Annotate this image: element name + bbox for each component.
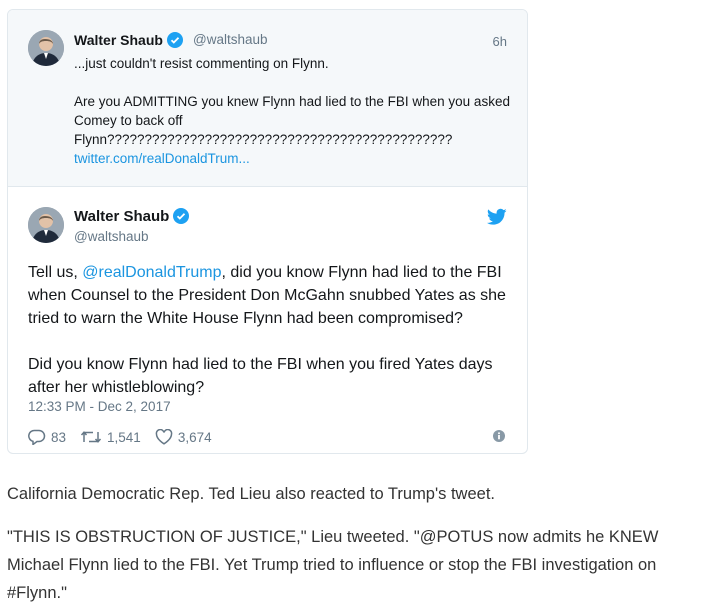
quoted-line-1: ...just couldn't resist commenting on Fl… bbox=[74, 56, 329, 71]
quoted-link[interactable]: twitter.com/realDonaldTrum... bbox=[74, 151, 250, 166]
reply-count: 83 bbox=[51, 429, 67, 445]
tweet-author-handle[interactable]: @waltshaub bbox=[74, 229, 149, 244]
tweet-actions: 83 1,541 3,674 bbox=[28, 427, 226, 447]
quoted-author-name[interactable]: Walter Shaub bbox=[74, 32, 183, 48]
mention-link[interactable]: @realDonaldTrump bbox=[82, 264, 221, 281]
tweet-timestamp[interactable]: 12:33 PM - Dec 2, 2017 bbox=[28, 399, 171, 414]
retweet-count: 1,541 bbox=[107, 429, 141, 445]
info-icon[interactable] bbox=[493, 430, 505, 442]
avatar[interactable] bbox=[28, 30, 64, 66]
tweet-author-name[interactable]: Walter Shaub bbox=[74, 208, 190, 225]
quoted-author-handle[interactable]: @waltshaub bbox=[193, 32, 268, 47]
article-paragraph: "THIS IS OBSTRUCTION OF JUSTICE," Lieu t… bbox=[7, 528, 659, 602]
quoted-line-2: Are you ADMITTING you knew Flynn had lie… bbox=[74, 94, 510, 147]
author-name-text: Walter Shaub bbox=[74, 32, 163, 48]
author-name-text: Walter Shaub bbox=[74, 208, 170, 225]
twitter-bird-icon[interactable] bbox=[487, 208, 507, 226]
retweet-button[interactable]: 1,541 bbox=[80, 429, 141, 445]
like-button[interactable]: 3,674 bbox=[155, 429, 212, 445]
embedded-tweet-card[interactable]: Walter Shaub @waltshaub 6h ...just could… bbox=[7, 9, 528, 454]
quoted-tweet[interactable]: Walter Shaub @waltshaub 6h ...just could… bbox=[8, 10, 527, 187]
verified-badge-icon bbox=[173, 208, 190, 224]
like-icon bbox=[155, 429, 173, 445]
article-paragraph: California Democratic Rep. Ted Lieu also… bbox=[7, 485, 495, 503]
like-count: 3,674 bbox=[177, 429, 212, 445]
quoted-timestamp[interactable]: 6h bbox=[493, 34, 507, 49]
avatar[interactable] bbox=[28, 207, 64, 243]
reply-button[interactable]: 83 bbox=[28, 429, 66, 445]
tweet-paragraph-2: Did you know Flynn had lied to the FBI w… bbox=[28, 356, 493, 396]
reply-icon bbox=[28, 429, 46, 445]
verified-badge-icon bbox=[166, 32, 183, 48]
tweet-text: Tell us, @realDonaldTrump, did you know … bbox=[28, 261, 518, 399]
retweet-icon bbox=[80, 431, 102, 443]
tweet-text-start: Tell us, bbox=[28, 264, 83, 281]
quoted-tweet-text: ...just couldn't resist commenting on Fl… bbox=[74, 54, 514, 168]
